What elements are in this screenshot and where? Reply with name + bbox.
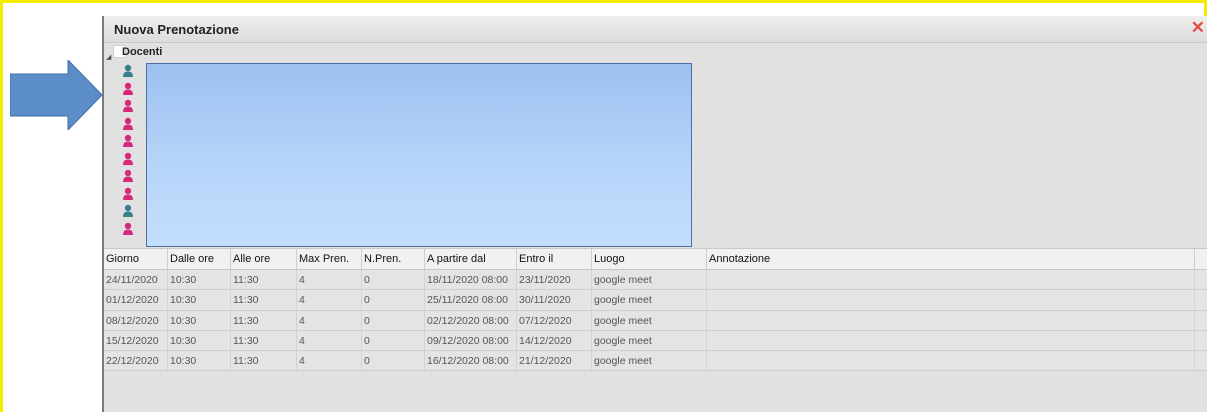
teacher-female-icon[interactable] bbox=[122, 99, 134, 117]
table-cell: 10:30 bbox=[168, 351, 231, 371]
teacher-female-icon[interactable] bbox=[122, 169, 134, 187]
table-cell: 15/12/2020 bbox=[104, 330, 168, 350]
table-cell bbox=[1195, 331, 1207, 350]
table-cell: 4 bbox=[297, 290, 362, 310]
table-cell: 11:30 bbox=[231, 270, 297, 289]
column-header[interactable]: Entro il bbox=[517, 249, 592, 269]
table-row[interactable]: 22/12/2020 10:30 11:30 4 0 16/12/2020 08:00 21… bbox=[104, 351, 1207, 372]
teacher-male-icon[interactable] bbox=[122, 64, 134, 82]
table-cell: google meet bbox=[592, 270, 707, 289]
table-cell bbox=[707, 351, 1195, 371]
table-cell: 30/11/2020 bbox=[517, 290, 592, 310]
highlight-border-left bbox=[0, 0, 3, 412]
table-cell bbox=[1195, 351, 1207, 370]
table-cell: 01/12/2020 bbox=[104, 290, 168, 310]
table-cell: 16/12/2020 08:00 bbox=[425, 351, 517, 371]
teachers-tree-root[interactable]: ◢ Docenti bbox=[104, 43, 404, 61]
column-header[interactable]: Luogo bbox=[592, 249, 707, 269]
table-cell: 10:30 bbox=[168, 330, 231, 350]
teacher-male-icon[interactable] bbox=[122, 204, 134, 222]
table-cell bbox=[1195, 290, 1207, 309]
table-cell: 10:30 bbox=[168, 290, 231, 310]
teacher-female-icon[interactable] bbox=[122, 222, 134, 240]
table-cell: 14/12/2020 bbox=[517, 330, 592, 350]
collapse-triangle-icon[interactable]: ◢ bbox=[106, 53, 111, 61]
table-row[interactable]: 01/12/2020 10:30 11:30 4 0 25/11/2020 08:00 30… bbox=[104, 290, 1207, 311]
table-row[interactable]: 24/11/2020 10:30 11:30 4 0 18/11/2020 08:00 23… bbox=[104, 270, 1207, 291]
table-cell: 4 bbox=[297, 330, 362, 350]
table-cell: 11:30 bbox=[231, 330, 297, 350]
column-header[interactable]: Annotazione bbox=[707, 249, 1195, 269]
highlight-border-top bbox=[0, 0, 1207, 3]
table-cell: 11:30 bbox=[231, 290, 297, 310]
teacher-female-icon[interactable] bbox=[122, 134, 134, 152]
table-cell: 11:30 bbox=[231, 351, 297, 371]
table-cell: google meet bbox=[592, 351, 707, 371]
table-cell bbox=[707, 330, 1195, 350]
table-header: Giorno Dalle ore Alle ore Max Pren. N.Pren. A… bbox=[104, 248, 1207, 270]
table-cell: 23/11/2020 bbox=[517, 270, 592, 289]
teachers-tree-label: Docenti bbox=[122, 46, 163, 58]
table-cell: 4 bbox=[297, 270, 362, 289]
table-cell: 08/12/2020 bbox=[104, 310, 168, 330]
table-cell: 10:30 bbox=[168, 270, 231, 289]
column-header[interactable]: Dalle ore bbox=[168, 249, 231, 269]
table-cell: google meet bbox=[592, 310, 707, 330]
booking-table: Giorno Dalle ore Alle ore Max Pren. N.Pren. A… bbox=[104, 248, 1207, 372]
column-header[interactable] bbox=[1195, 249, 1207, 269]
table-cell: 0 bbox=[362, 270, 425, 289]
window-title: Nuova Prenotazione bbox=[114, 22, 239, 37]
table-cell: 21/12/2020 bbox=[517, 351, 592, 371]
table-cell: 4 bbox=[297, 310, 362, 330]
teacher-female-icon[interactable] bbox=[122, 82, 134, 100]
table-cell bbox=[707, 310, 1195, 330]
table-cell: 0 bbox=[362, 351, 425, 371]
window-titlebar: Nuova Prenotazione ✕ bbox=[104, 16, 1207, 43]
table-row[interactable]: 15/12/2020 10:30 11:30 4 0 09/12/2020 08:00 14… bbox=[104, 330, 1207, 352]
table-cell: 22/12/2020 bbox=[104, 351, 168, 371]
column-header[interactable]: Alle ore bbox=[231, 249, 297, 269]
table-cell: 10:30 bbox=[168, 310, 231, 330]
table-cell: 0 bbox=[362, 330, 425, 350]
table-cell bbox=[1195, 311, 1207, 330]
table-cell: google meet bbox=[592, 330, 707, 350]
pointer-arrow-icon bbox=[10, 60, 102, 130]
column-header[interactable]: Giorno bbox=[104, 249, 168, 269]
teacher-female-icon[interactable] bbox=[122, 187, 134, 205]
table-cell bbox=[1195, 270, 1207, 289]
selection-overlay bbox=[146, 63, 692, 247]
table-cell bbox=[707, 270, 1195, 289]
table-cell: 18/11/2020 08:00 bbox=[425, 270, 517, 289]
table-body: 24/11/2020 10:30 11:30 4 0 18/11/2020 08:00 23… bbox=[104, 270, 1207, 372]
teacher-female-icon[interactable] bbox=[122, 152, 134, 170]
table-cell: google meet bbox=[592, 290, 707, 310]
table-cell: 09/12/2020 08:00 bbox=[425, 330, 517, 350]
table-cell: 0 bbox=[362, 310, 425, 330]
table-cell: 4 bbox=[297, 351, 362, 371]
column-header[interactable]: Max Pren. bbox=[297, 249, 362, 269]
close-icon[interactable]: ✕ bbox=[1191, 19, 1205, 36]
table-cell: 02/12/2020 08:00 bbox=[425, 310, 517, 330]
table-cell: 24/11/2020 bbox=[104, 270, 168, 289]
table-cell: 25/11/2020 08:00 bbox=[425, 290, 517, 310]
column-header[interactable]: N.Pren. bbox=[362, 249, 425, 269]
table-cell bbox=[707, 290, 1195, 310]
new-booking-window: Nuova Prenotazione ✕ ◢ Docenti Giorno Dal… bbox=[102, 16, 1207, 412]
table-cell: 0 bbox=[362, 290, 425, 310]
table-cell: 07/12/2020 bbox=[517, 310, 592, 330]
column-header[interactable]: A partire dal bbox=[425, 249, 517, 269]
table-cell: 11:30 bbox=[231, 310, 297, 330]
teacher-female-icon[interactable] bbox=[122, 117, 134, 135]
table-row[interactable]: 08/12/2020 10:30 11:30 4 0 02/12/2020 08:00 07… bbox=[104, 310, 1207, 331]
teacher-list bbox=[122, 64, 138, 239]
